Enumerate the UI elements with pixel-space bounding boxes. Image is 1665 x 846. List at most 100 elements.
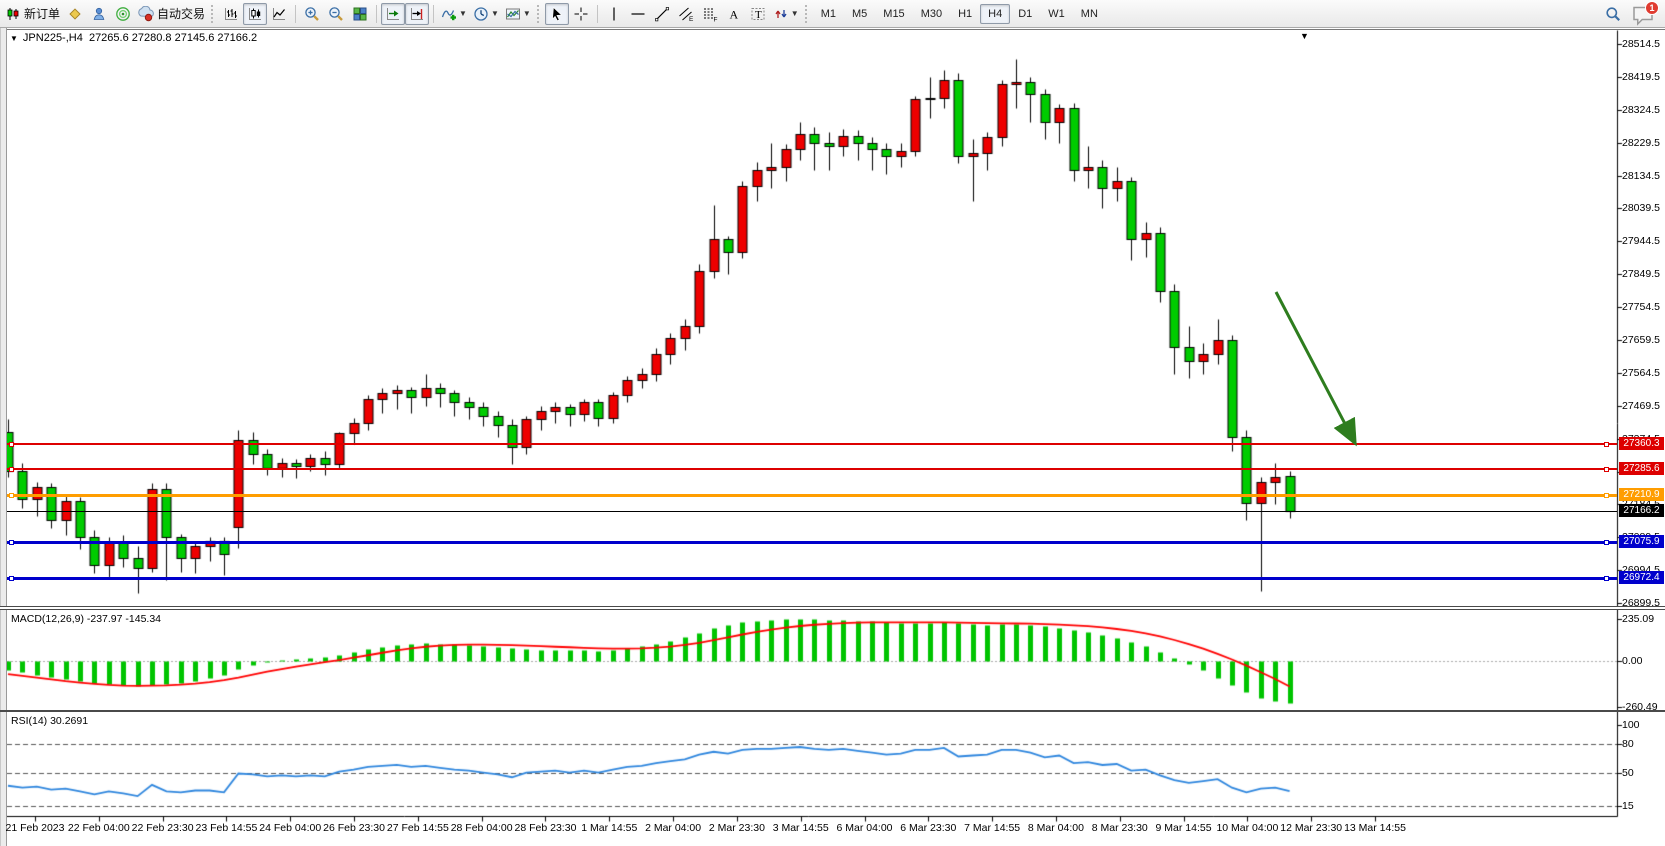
window-left-edge <box>0 28 7 846</box>
time-axis-label: 22 Feb 04:00 <box>68 822 130 834</box>
timeframe-button-h4[interactable]: H4 <box>980 4 1010 24</box>
timeframe-button-h1[interactable]: H1 <box>950 4 980 24</box>
symbol-title: ▼ JPN225-,H4 27265.6 27280.8 27145.6 2716… <box>10 32 257 44</box>
timeframe-button-w1[interactable]: W1 <box>1040 4 1073 24</box>
timeframe-button-m15[interactable]: M15 <box>875 4 912 24</box>
hline-icon <box>630 6 646 22</box>
autotrade-button-label: 自动交易 <box>157 5 205 22</box>
candlestick-chart-button[interactable] <box>243 3 267 25</box>
notification-badge[interactable]: 1 <box>1645 1 1659 15</box>
timeframe-button-m30[interactable]: M30 <box>913 4 950 24</box>
signals-button[interactable] <box>111 3 135 25</box>
toolbar-separator <box>295 5 296 23</box>
label-button[interactable]: T <box>746 3 770 25</box>
time-axis-label: 23 Feb 14:55 <box>195 822 257 834</box>
line-handle[interactable] <box>9 493 14 498</box>
person-icon <box>91 6 107 22</box>
text-button[interactable]: A <box>722 3 746 25</box>
template-icon <box>505 6 521 22</box>
line-handle[interactable] <box>9 540 14 545</box>
shift-end-button[interactable] <box>381 3 405 25</box>
cursor-button[interactable] <box>545 3 569 25</box>
chart-shift-marker[interactable]: ▼ <box>1300 31 1309 41</box>
market-watch-button[interactable] <box>63 3 87 25</box>
trendline-button[interactable] <box>650 3 674 25</box>
channel-icon: E <box>678 6 694 22</box>
panel-separator[interactable] <box>0 606 1665 610</box>
line-handle[interactable] <box>1604 576 1609 581</box>
horizontal-line-button[interactable] <box>626 3 650 25</box>
crosshair-button[interactable] <box>569 3 593 25</box>
price-chart-canvas[interactable] <box>0 28 1665 846</box>
line-handle[interactable] <box>1604 467 1609 472</box>
arrows-button[interactable]: ▼ <box>770 3 802 25</box>
line-handle[interactable] <box>9 576 14 581</box>
new-order-button[interactable]: 新订单 <box>2 3 63 25</box>
price-tick-label: 28229.5 <box>1622 137 1660 149</box>
price-tick-label: 28134.5 <box>1622 170 1660 182</box>
timeframe-button-m5[interactable]: M5 <box>844 4 875 24</box>
template-button[interactable]: ▼ <box>502 3 534 25</box>
tile-windows-button[interactable] <box>348 3 372 25</box>
chat-button[interactable]: 1 <box>1631 3 1655 25</box>
add-indicator-button[interactable]: ▼ <box>438 3 470 25</box>
time-axis-label: 8 Mar 04:00 <box>1028 822 1084 834</box>
textA-icon: A <box>726 6 742 22</box>
bid-price-line[interactable] <box>7 511 1617 512</box>
time-axis-label: 6 Mar 23:30 <box>900 822 956 834</box>
time-axis-label: 6 Mar 04:00 <box>836 822 892 834</box>
bars-icon <box>223 6 239 22</box>
period-button[interactable]: ▼ <box>470 3 502 25</box>
price-tick-label: 27944.5 <box>1622 235 1660 247</box>
macd-tick-label: 0.00 <box>1622 655 1642 667</box>
search-icon <box>1605 6 1621 22</box>
line-handle[interactable] <box>9 442 14 447</box>
fibonacci-button[interactable]: F <box>698 3 722 25</box>
bar-chart-button[interactable] <box>219 3 243 25</box>
svg-text:E: E <box>689 16 694 22</box>
price-tick-label: 26899.5 <box>1622 597 1660 609</box>
new-order-button-label: 新订单 <box>24 5 60 22</box>
rsi-tick-label: 15 <box>1622 800 1634 812</box>
line-handle[interactable] <box>1604 442 1609 447</box>
zoom-out-button[interactable] <box>324 3 348 25</box>
symbol-dropdown-icon[interactable]: ▼ <box>10 34 18 43</box>
time-axis-label: 24 Feb 04:00 <box>259 822 321 834</box>
price-tick-label: 28324.5 <box>1622 104 1660 116</box>
bid-price-line-price-label: 27166.2 <box>1619 504 1664 517</box>
time-axis-label: 13 Mar 14:55 <box>1344 822 1406 834</box>
line-handle[interactable] <box>1604 540 1609 545</box>
chevron-down-icon: ▼ <box>491 9 499 18</box>
zoom-in-button[interactable] <box>300 3 324 25</box>
chevron-down-icon: ▼ <box>791 9 799 18</box>
toolbar: 新订单 自动交易 ▼ ▼ ▼ EFAT ▼ M1M5M15M30H1H4D1W1MN 1 <box>0 0 1665 28</box>
symbol-ohlc-text: JPN225-,H4 27265.6 27280.8 27145.6 27166… <box>23 32 257 44</box>
crosshair-icon <box>573 6 589 22</box>
timeframe-button-d1[interactable]: D1 <box>1010 4 1040 24</box>
hline-pivot-27210[interactable] <box>7 494 1617 497</box>
chevron-down-icon: ▼ <box>523 9 531 18</box>
auto-scroll-button[interactable] <box>405 3 429 25</box>
hline-resistance-27360[interactable] <box>7 443 1617 445</box>
time-axis-label: 12 Mar 23:30 <box>1280 822 1342 834</box>
line-handle[interactable] <box>1604 493 1609 498</box>
macd-title: MACD(12,26,9) -237.97 -145.34 <box>11 613 161 625</box>
timeframe-button-mn[interactable]: MN <box>1073 4 1106 24</box>
panel-separator[interactable] <box>0 710 1665 712</box>
clock-icon <box>473 6 489 22</box>
timeframe-button-m1[interactable]: M1 <box>813 4 844 24</box>
trendline-icon <box>654 6 670 22</box>
diamond-icon <box>67 6 83 22</box>
hline-support-27075[interactable] <box>7 541 1617 544</box>
line-chart-button[interactable] <box>267 3 291 25</box>
search-button[interactable] <box>1601 3 1625 25</box>
autotrade-button[interactable]: 自动交易 <box>135 3 208 25</box>
profile-button[interactable] <box>87 3 111 25</box>
vertical-line-button[interactable] <box>602 3 626 25</box>
line-handle[interactable] <box>9 467 14 472</box>
equidistant-channel-button[interactable]: E <box>674 3 698 25</box>
price-tick-label: 28419.5 <box>1622 71 1660 83</box>
hline-resistance-27285[interactable] <box>7 468 1617 470</box>
macd-tick-label: -260.49 <box>1622 701 1658 713</box>
hline-support-26972[interactable] <box>7 577 1617 580</box>
